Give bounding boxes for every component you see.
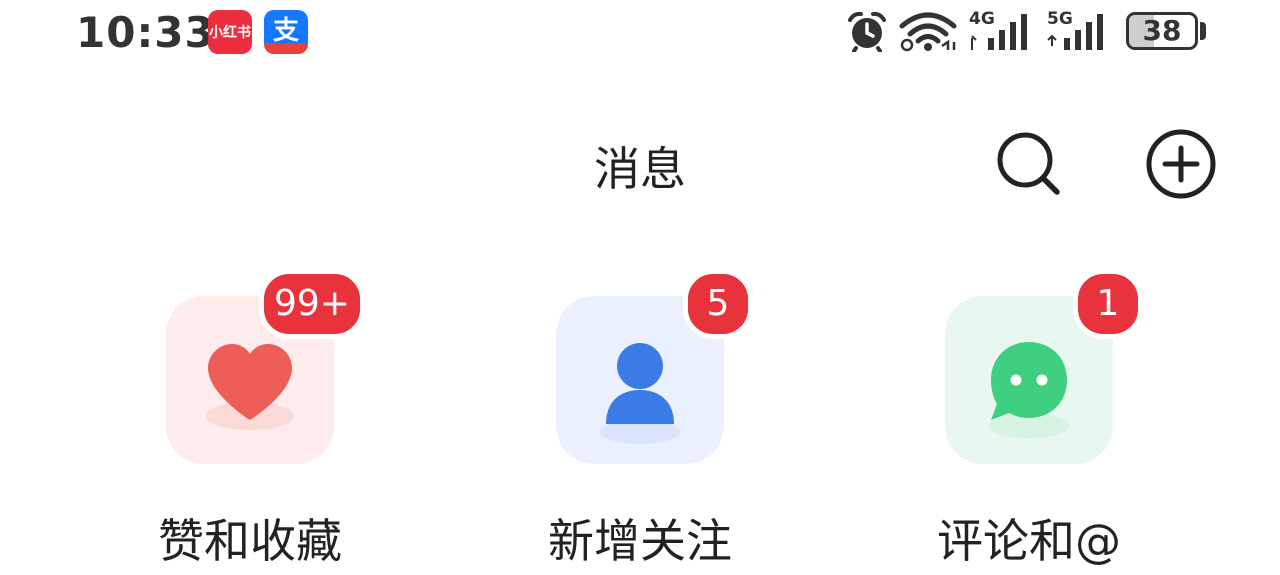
add-button[interactable]	[1145, 128, 1217, 200]
signal-icon	[971, 14, 1027, 50]
alipay-app-icon: 支	[264, 10, 308, 54]
xiaohongshu-logo-text: 小红书	[209, 25, 251, 41]
battery-level: 38	[1142, 14, 1182, 47]
search-button[interactable]	[993, 128, 1065, 200]
signal-icon	[1047, 14, 1103, 50]
new-followers-badge: 5	[683, 269, 753, 339]
wifi-icon	[899, 12, 957, 52]
comments-and-mentions-label: 评论和@	[937, 514, 1121, 568]
status-bar: 10:33 小红书 支 4G 5G 38	[0, 0, 1280, 64]
search-icon	[997, 132, 1060, 195]
page-title: 消息	[594, 142, 686, 196]
battery-nub	[1200, 22, 1206, 40]
xiaohongshu-app-icon: 小红书	[208, 10, 252, 54]
add-circle-icon	[1146, 129, 1216, 199]
alipay-logo-glyph: 支	[272, 15, 299, 46]
comments-badge: 1	[1073, 269, 1143, 339]
alipay-logo-strip	[264, 43, 308, 54]
likes-and-favorites-label: 赞和收藏	[158, 514, 342, 568]
alarm-icon	[848, 11, 886, 52]
new-followers-label: 新增关注	[548, 514, 732, 568]
likes-badge: 99+	[259, 269, 365, 339]
status-time: 10:33	[76, 8, 215, 57]
battery-icon: 38	[1126, 12, 1198, 50]
